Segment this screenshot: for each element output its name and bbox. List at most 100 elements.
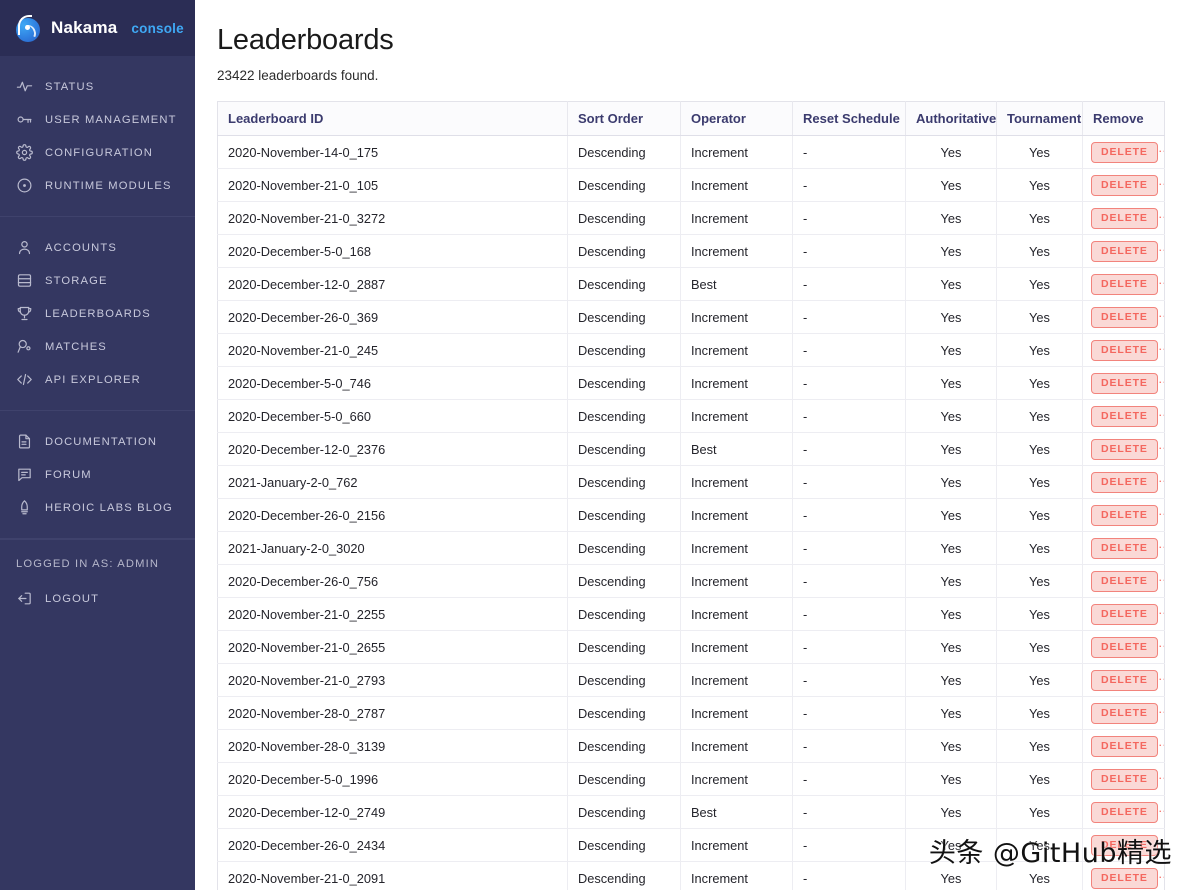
delete-button[interactable]: DELETE — [1091, 306, 1158, 328]
table-row[interactable]: 2020-December-5-0_660 Descending Increment… — [217, 399, 1165, 433]
cell-reset-schedule: - — [792, 300, 906, 334]
cell-remove: DELETE — [1082, 201, 1165, 235]
sidebar-item-heroic-labs-blog[interactable]: HEROIC LABS BLOG — [0, 491, 195, 524]
cell-leaderboard-id: 2020-December-5-0_660 — [217, 399, 568, 433]
sidebar-item-api-explorer[interactable]: API EXPLORER — [0, 363, 195, 396]
cell-remove: DELETE — [1082, 399, 1165, 433]
table-row[interactable]: 2020-December-12-0_2749 Descending Best - Ye… — [217, 795, 1165, 829]
cell-operator: Increment — [680, 300, 793, 334]
table-row[interactable]: 2020-November-28-0_3139 Descending Increme… — [217, 729, 1165, 763]
delete-button[interactable]: DELETE — [1091, 834, 1158, 856]
cell-leaderboard-id: 2020-November-21-0_2655 — [217, 630, 568, 664]
table-row[interactable]: 2020-November-21-0_3272 Descending Increme… — [217, 201, 1165, 235]
delete-button[interactable]: DELETE — [1091, 240, 1158, 262]
sidebar-item-label: MATCHES — [45, 340, 107, 353]
sidebar-item-configuration[interactable]: CONFIGURATION — [0, 136, 195, 169]
cell-tournament: Yes — [996, 135, 1083, 169]
table-row[interactable]: 2020-December-26-0_2156 Descending Increme… — [217, 498, 1165, 532]
cell-authoritative: Yes — [905, 432, 997, 466]
delete-button[interactable]: DELETE — [1091, 867, 1158, 889]
column-header-remove[interactable]: Remove — [1082, 101, 1165, 136]
column-header-reset-schedule[interactable]: Reset Schedule — [792, 101, 906, 136]
column-header-leaderboard-id[interactable]: Leaderboard ID — [217, 101, 568, 136]
cell-sort-order: Descending — [567, 729, 681, 763]
cell-sort-order: Descending — [567, 168, 681, 202]
table-row[interactable]: 2020-November-21-0_2255 Descending Increme… — [217, 597, 1165, 631]
cell-reset-schedule: - — [792, 432, 906, 466]
logout-button[interactable]: LOGOUT — [0, 582, 195, 615]
sidebar-item-accounts[interactable]: ACCOUNTS — [0, 231, 195, 264]
column-header-authoritative[interactable]: Authoritative — [905, 101, 997, 136]
table-row[interactable]: 2020-November-21-0_2091 Descending Increme… — [217, 861, 1165, 890]
cell-operator: Increment — [680, 333, 793, 367]
delete-button[interactable]: DELETE — [1091, 669, 1158, 691]
delete-button[interactable]: DELETE — [1091, 570, 1158, 592]
cell-remove: DELETE — [1082, 630, 1165, 664]
sidebar-item-storage[interactable]: STORAGE — [0, 264, 195, 297]
sidebar-item-user-management[interactable]: USER MANAGEMENT — [0, 103, 195, 136]
delete-button[interactable]: DELETE — [1091, 339, 1158, 361]
delete-button[interactable]: DELETE — [1091, 504, 1158, 526]
column-header-tournament[interactable]: Tournament — [996, 101, 1083, 136]
cell-remove: DELETE — [1082, 564, 1165, 598]
table-row[interactable]: 2020-December-5-0_746 Descending Increment… — [217, 366, 1165, 400]
delete-button[interactable]: DELETE — [1091, 768, 1158, 790]
table-row[interactable]: 2020-November-21-0_2655 Descending Increme… — [217, 630, 1165, 664]
cell-leaderboard-id: 2020-December-26-0_2434 — [217, 828, 568, 862]
column-header-sort-order[interactable]: Sort Order — [567, 101, 681, 136]
table-row[interactable]: 2020-November-21-0_2793 Descending Increme… — [217, 663, 1165, 697]
cell-authoritative: Yes — [905, 861, 997, 890]
cell-tournament: Yes — [996, 333, 1083, 367]
sidebar-item-forum[interactable]: FORUM — [0, 458, 195, 491]
table-row[interactable]: 2020-November-14-0_175 Descending Incremen… — [217, 135, 1165, 169]
table-row[interactable]: 2020-November-21-0_105 Descending Incremen… — [217, 168, 1165, 202]
table-row[interactable]: 2020-November-21-0_245 Descending Incremen… — [217, 333, 1165, 367]
cell-leaderboard-id: 2020-December-12-0_2749 — [217, 795, 568, 829]
delete-button[interactable]: DELETE — [1091, 372, 1158, 394]
table-row[interactable]: 2020-December-26-0_2434 Descending Increme… — [217, 828, 1165, 862]
delete-button[interactable]: DELETE — [1091, 636, 1158, 658]
delete-button[interactable]: DELETE — [1091, 273, 1158, 295]
cell-reset-schedule: - — [792, 333, 906, 367]
cell-operator: Increment — [680, 234, 793, 268]
sidebar-item-matches[interactable]: MATCHES — [0, 330, 195, 363]
cell-tournament: Yes — [996, 630, 1083, 664]
delete-button[interactable]: DELETE — [1091, 207, 1158, 229]
delete-button[interactable]: DELETE — [1091, 735, 1158, 757]
delete-button[interactable]: DELETE — [1091, 405, 1158, 427]
table-row[interactable]: 2020-December-26-0_369 Descending Incremen… — [217, 300, 1165, 334]
delete-button[interactable]: DELETE — [1091, 174, 1158, 196]
cell-tournament: Yes — [996, 663, 1083, 697]
cell-leaderboard-id: 2020-November-21-0_3272 — [217, 201, 568, 235]
cell-leaderboard-id: 2020-December-26-0_756 — [217, 564, 568, 598]
cell-tournament: Yes — [996, 828, 1083, 862]
sidebar-item-documentation[interactable]: DOCUMENTATION — [0, 425, 195, 458]
sidebar-item-leaderboards[interactable]: LEADERBOARDS — [0, 297, 195, 330]
table-row[interactable]: 2020-December-5-0_1996 Descending Incremen… — [217, 762, 1165, 796]
cell-reset-schedule: - — [792, 663, 906, 697]
table-row[interactable]: 2020-December-12-0_2887 Descending Best - Ye… — [217, 267, 1165, 301]
brand-header[interactable]: Nakama console — [0, 0, 195, 56]
sidebar-item-status[interactable]: STATUS — [0, 70, 195, 103]
delete-button[interactable]: DELETE — [1091, 801, 1158, 823]
delete-button[interactable]: DELETE — [1091, 537, 1158, 559]
table-row[interactable]: 2021-January-2-0_3020 Descending Increment… — [217, 531, 1165, 565]
cell-authoritative: Yes — [905, 828, 997, 862]
delete-button[interactable]: DELETE — [1091, 141, 1158, 163]
table-row[interactable]: 2020-December-5-0_168 Descending Increment… — [217, 234, 1165, 268]
delete-button[interactable]: DELETE — [1091, 471, 1158, 493]
cell-leaderboard-id: 2020-December-5-0_1996 — [217, 762, 568, 796]
cell-authoritative: Yes — [905, 465, 997, 499]
cell-operator: Increment — [680, 663, 793, 697]
table-row[interactable]: 2020-November-28-0_2787 Descending Increme… — [217, 696, 1165, 730]
table-row[interactable]: 2020-December-26-0_756 Descending Incremen… — [217, 564, 1165, 598]
table-row[interactable]: 2020-December-12-0_2376 Descending Best - Ye… — [217, 432, 1165, 466]
table-row[interactable]: 2021-January-2-0_762 Descending Increment -… — [217, 465, 1165, 499]
sidebar-item-runtime-modules[interactable]: RUNTIME MODULES — [0, 169, 195, 202]
delete-button[interactable]: DELETE — [1091, 702, 1158, 724]
sidebar-item-label: HEROIC LABS BLOG — [45, 501, 173, 514]
delete-button[interactable]: DELETE — [1091, 603, 1158, 625]
column-header-operator[interactable]: Operator — [680, 101, 793, 136]
delete-button[interactable]: DELETE — [1091, 438, 1158, 460]
cell-sort-order: Descending — [567, 762, 681, 796]
